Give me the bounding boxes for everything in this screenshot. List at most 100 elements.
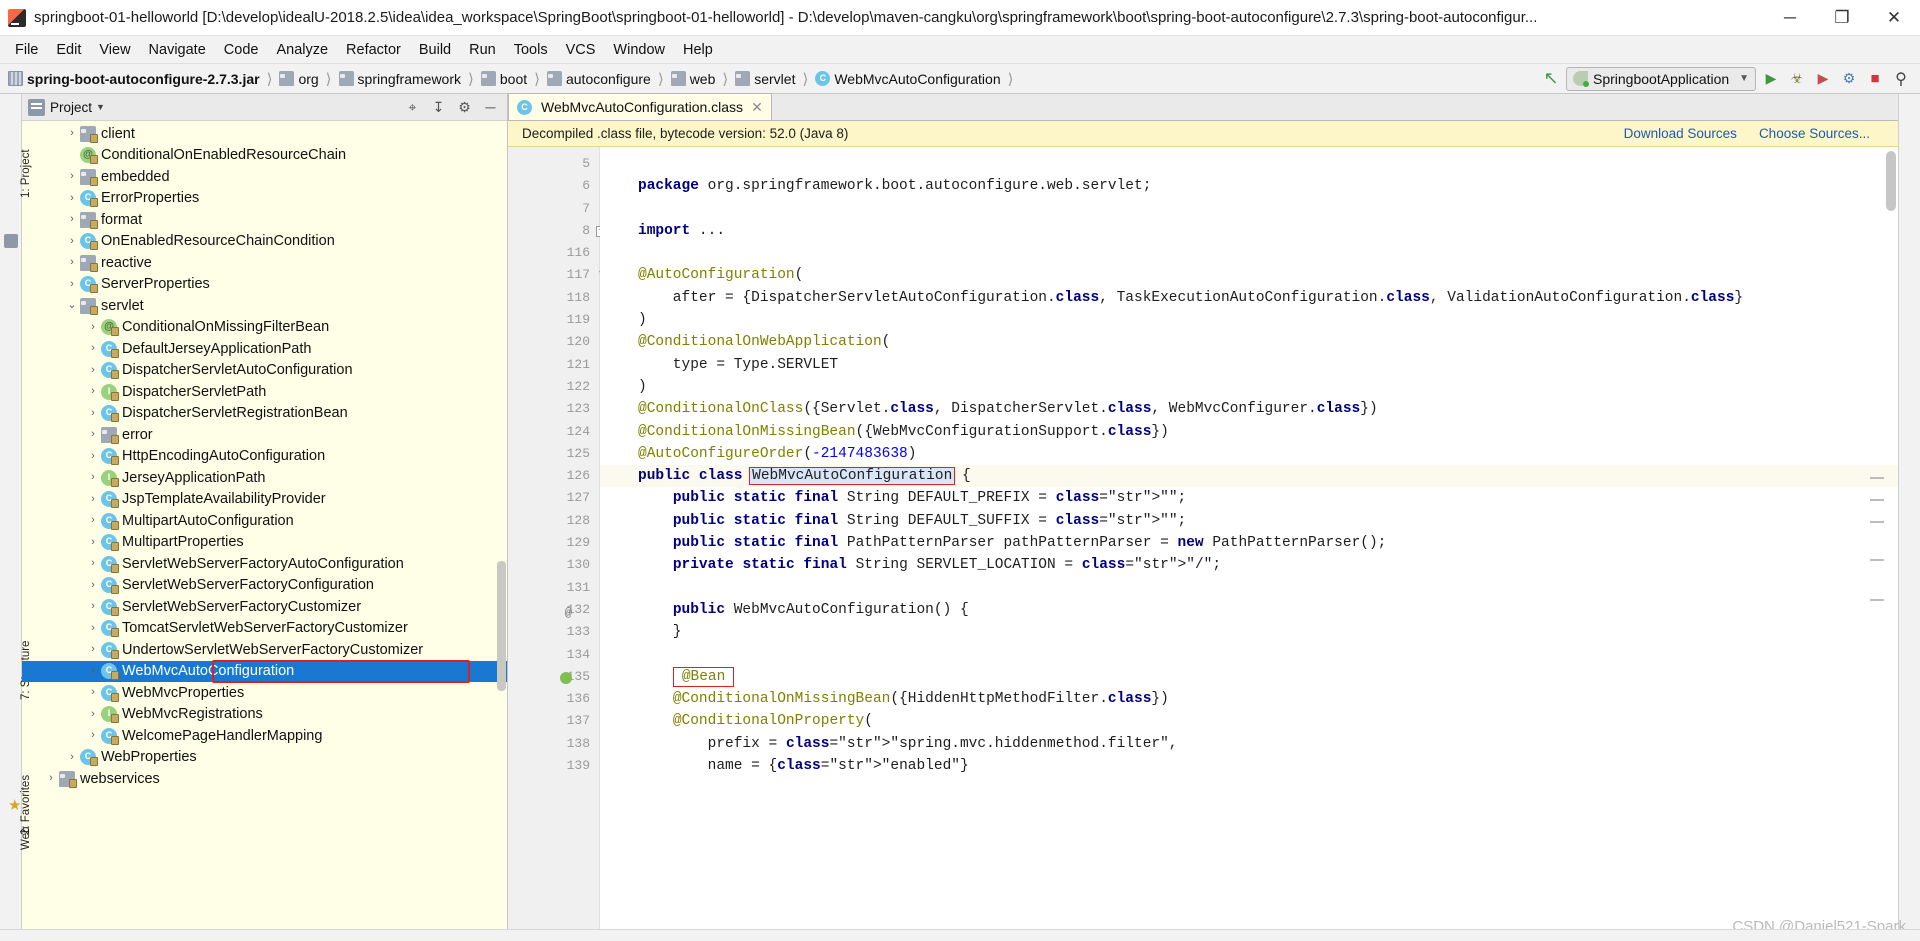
tree-row[interactable]: › C ServerProperties	[22, 274, 507, 296]
code-line[interactable]: public static final PathPatternParser pa…	[600, 532, 1898, 554]
chevron-right-icon[interactable]: ›	[64, 751, 80, 763]
tree-row[interactable]: › C WelcomePageHandlerMapping	[22, 725, 507, 747]
tree-row[interactable]: › C MultipartAutoConfiguration	[22, 510, 507, 532]
editor-tab-webmvcautoconfiguration[interactable]: C WebMvcAutoConfiguration.class ✕	[508, 93, 772, 120]
code-line[interactable]: public class WebMvcAutoConfiguration {	[600, 465, 1898, 488]
breadcrumb-item-jar[interactable]: spring-boot-autoconfigure-2.7.3.jar	[6, 71, 262, 87]
menu-window[interactable]: Window	[604, 39, 674, 61]
chevron-right-icon[interactable]: ›	[85, 429, 101, 440]
close-icon[interactable]: ✕	[751, 99, 763, 116]
code-line[interactable]: public static final String DEFAULT_SUFFI…	[600, 510, 1898, 532]
locate-icon[interactable]: ⌖	[404, 99, 421, 116]
run-coverage-icon[interactable]: ▶	[1812, 68, 1834, 90]
breadcrumb-item-autoconfigure[interactable]: autoconfigure	[545, 71, 653, 87]
menu-vcs[interactable]: VCS	[557, 39, 605, 61]
breadcrumb-item-servlet[interactable]: servlet	[733, 71, 797, 87]
chevron-right-icon[interactable]: ›	[85, 450, 101, 462]
line-number-gutter[interactable]: 5 6 7 8+ 116 117▾ 118 119 120 121 122 123 124 125 126 1…	[508, 147, 607, 941]
code-line[interactable]: @ConditionalOnMissingBean({HiddenHttpMet…	[600, 688, 1898, 710]
tree-row[interactable]: › I DispatcherServletPath	[22, 381, 507, 403]
tree-row[interactable]: › C JspTemplateAvailabilityProvider	[22, 489, 507, 511]
code-line[interactable]: private static final String SERVLET_LOCA…	[600, 554, 1898, 576]
profile-icon[interactable]: ⚙	[1838, 68, 1860, 90]
override-marker-icon[interactable]: @	[556, 602, 572, 620]
chevron-right-icon[interactable]: ›	[64, 278, 80, 290]
run-icon[interactable]: ▶	[1760, 68, 1782, 90]
tree-row[interactable]: › C HttpEncodingAutoConfiguration	[22, 446, 507, 468]
collapse-all-icon[interactable]: ↧	[430, 99, 447, 116]
tree-row[interactable]: › client	[22, 123, 507, 145]
tree-row[interactable]: › C ServletWebServerFactoryAutoConfigurati…	[22, 553, 507, 575]
tree-row[interactable]: › C ErrorProperties	[22, 188, 507, 210]
code-line[interactable]: )	[600, 376, 1898, 398]
chevron-right-icon[interactable]: ›	[85, 558, 101, 569]
code-line[interactable]: public static final String DEFAULT_PREFI…	[600, 487, 1898, 509]
tree-row[interactable]: › embedded	[22, 166, 507, 188]
tree-row-selected[interactable]: › C WebMvcAutoConfiguration	[22, 660, 507, 682]
tree-row[interactable]: › C MultipartProperties	[22, 532, 507, 554]
menu-code[interactable]: Code	[215, 39, 268, 61]
menu-build[interactable]: Build	[410, 39, 460, 61]
breadcrumb-item-web[interactable]: web	[669, 71, 718, 87]
chevron-right-icon[interactable]: ›	[85, 708, 101, 720]
code-line[interactable]: after = {DispatcherServletAutoConfigurat…	[600, 287, 1898, 309]
tree-row[interactable]: › I JerseyApplicationPath	[22, 467, 507, 489]
stop-icon[interactable]: ■	[1864, 68, 1886, 90]
tree-row[interactable]: › C WebMvcProperties	[22, 682, 507, 704]
minimize-button[interactable]: ─	[1764, 0, 1816, 36]
search-icon[interactable]: ⚲	[1890, 68, 1912, 90]
chevron-right-icon[interactable]: ›	[85, 622, 101, 634]
chevron-right-icon[interactable]: ›	[85, 343, 101, 354]
chevron-down-icon[interactable]: ▼	[96, 102, 105, 112]
settings-gear-icon[interactable]: ⚙	[456, 99, 473, 116]
chevron-right-icon[interactable]: ›	[85, 579, 101, 591]
code-line[interactable]	[600, 577, 1898, 599]
tree-row[interactable]: › C UndertowServletWebServerFactoryCustomi…	[22, 639, 507, 661]
menu-refactor[interactable]: Refactor	[337, 39, 410, 61]
menu-tools[interactable]: Tools	[505, 39, 557, 61]
chevron-right-icon[interactable]: ›	[43, 773, 59, 784]
breadcrumb-item-boot[interactable]: boot	[479, 71, 529, 87]
breadcrumb-item-org[interactable]: org	[277, 71, 320, 87]
code-line[interactable]: @AutoConfigureOrder(-2147483638)	[600, 443, 1898, 465]
code-line[interactable]: import ...	[600, 220, 1898, 242]
code-line[interactable]: type = Type.SERVLET	[600, 354, 1898, 376]
chevron-right-icon[interactable]: ›	[85, 386, 101, 397]
debug-icon[interactable]: ☣	[1786, 68, 1808, 90]
code-line[interactable]: @ConditionalOnClass({Servlet.class, Disp…	[600, 398, 1898, 420]
tree-row[interactable]: › C WebProperties	[22, 747, 507, 769]
tree-row[interactable]: › C ServletWebServerFactoryConfiguration	[22, 575, 507, 597]
chevron-right-icon[interactable]: ›	[85, 472, 101, 483]
tree-row[interactable]: › C DispatcherServletAutoConfiguration	[22, 360, 507, 382]
chevron-right-icon[interactable]: ›	[85, 407, 101, 419]
code-line[interactable]: }	[600, 621, 1898, 643]
maximize-button[interactable]: ❐	[1816, 0, 1868, 36]
tree-row[interactable]: › reactive	[22, 252, 507, 274]
chevron-right-icon[interactable]: ›	[85, 536, 101, 548]
code-line[interactable]: @ConditionalOnMissingBean({WebMvcConfigu…	[600, 421, 1898, 443]
menu-edit[interactable]: Edit	[47, 39, 90, 61]
breadcrumb-item-springframework[interactable]: springframework	[337, 71, 463, 87]
menu-file[interactable]: File	[6, 39, 47, 61]
code-line[interactable]: package org.springframework.boot.autocon…	[600, 175, 1898, 197]
tree-row[interactable]: › C TomcatServletWebServerFactoryCustomize…	[22, 618, 507, 640]
hide-panel-icon[interactable]: ─	[482, 99, 499, 116]
tree-row[interactable]: ⌄ servlet	[22, 295, 507, 317]
choose-sources-link[interactable]: Choose Sources...	[1759, 126, 1870, 141]
chevron-right-icon[interactable]: ›	[85, 364, 101, 376]
run-configuration-selector[interactable]: SpringbootApplication ▼	[1566, 66, 1756, 91]
tree-row[interactable]: › webservices	[22, 768, 507, 790]
chevron-right-icon[interactable]: ›	[64, 257, 80, 268]
back-arrow-icon[interactable]: ↖	[1540, 68, 1562, 90]
code-line[interactable]: @Bean	[600, 666, 1898, 688]
code-line[interactable]	[600, 242, 1898, 264]
tree-row[interactable]: › error	[22, 424, 507, 446]
chevron-right-icon[interactable]: ›	[85, 493, 101, 505]
project-scrollbar[interactable]	[497, 561, 506, 691]
tree-row[interactable]: › I WebMvcRegistrations	[22, 704, 507, 726]
chevron-right-icon[interactable]: ›	[85, 644, 101, 655]
code-line[interactable]: @ConditionalOnWebApplication(	[600, 331, 1898, 353]
code-line[interactable]	[600, 153, 1898, 175]
code-line[interactable]: )	[600, 309, 1898, 331]
code-line[interactable]: name = {class="str">"enabled"}	[600, 755, 1898, 777]
